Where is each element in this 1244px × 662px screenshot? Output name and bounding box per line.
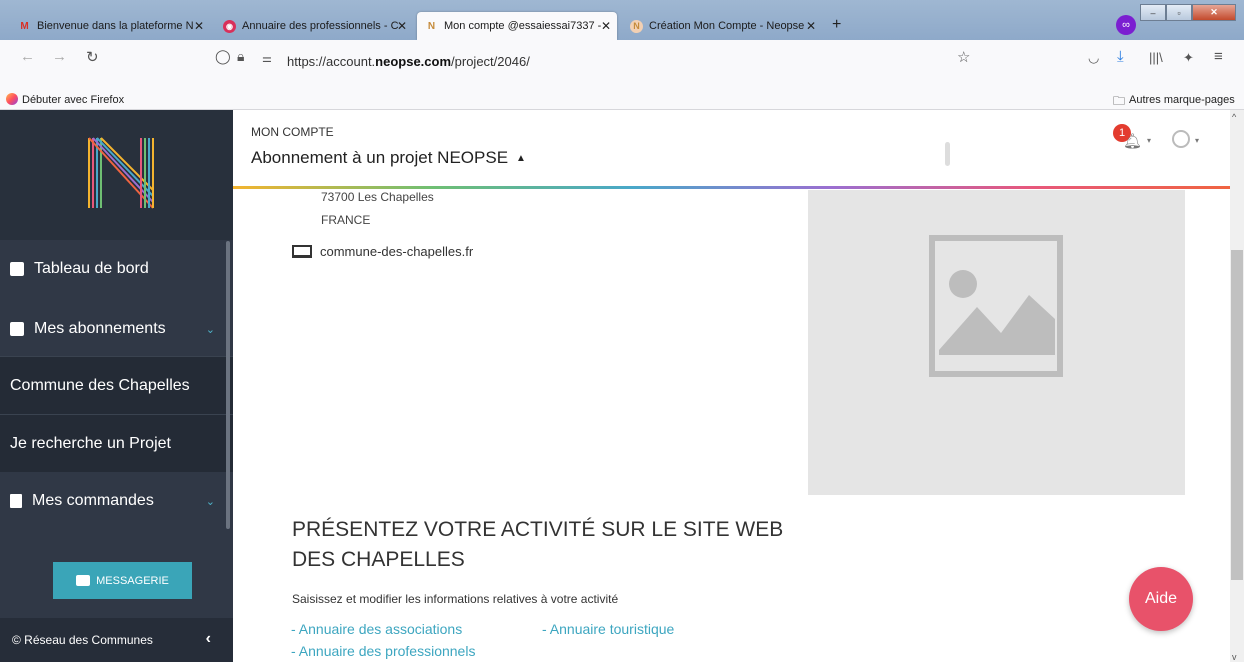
sidebar-item-label: Mes abonnements xyxy=(34,320,166,337)
tab-label: Bienvenue dans la plateforme N xyxy=(37,20,194,32)
sidebar-item-label: Commune des Chapelles xyxy=(10,376,190,394)
help-button[interactable]: Aide xyxy=(1129,567,1193,631)
image-placeholder-icon xyxy=(929,235,1063,377)
caret-down-icon: ▾ xyxy=(1195,136,1200,145)
scroll-up-icon[interactable]: ^ xyxy=(1232,112,1236,122)
sidebar-item-subscriptions[interactable]: Mes abonnements ⌄ xyxy=(0,300,233,358)
chevron-down-icon: ⌄ xyxy=(205,323,215,336)
forward-icon[interactable]: → xyxy=(52,48,67,65)
reload-icon[interactable]: ↻ xyxy=(86,48,99,66)
sidebar-footer: © Réseau des Communes ‹ xyxy=(0,618,233,662)
library-icon[interactable]: |||\ xyxy=(1149,50,1163,65)
browser-nav-bar: ← → ↻ ◯ 🔒︎ ⚌ https://account.neopse.com/… xyxy=(0,40,1244,90)
window-controls: – ▫ ✕ xyxy=(1140,4,1236,21)
browser-tab-4[interactable]: N Création Mon Compte - Neopse ✕ xyxy=(622,12,822,40)
new-tab-icon[interactable]: + xyxy=(832,16,841,34)
dashboard-icon xyxy=(10,262,24,276)
neopse-icon: N xyxy=(630,19,643,33)
firefox-icon xyxy=(6,93,18,105)
logo[interactable] xyxy=(0,110,233,240)
close-tab-icon[interactable]: ✕ xyxy=(397,19,407,33)
caret-up-icon: ▲ xyxy=(516,152,526,164)
close-window-icon[interactable]: ✕ xyxy=(1192,4,1236,21)
url-suffix: /project/2046/ xyxy=(451,54,530,69)
orders-icon xyxy=(10,494,22,508)
chevron-down-icon: ⌄ xyxy=(205,495,215,508)
browser-tab-2[interactable]: ◉ Annuaire des professionnels - C ✕ xyxy=(215,12,413,40)
permissions-icon[interactable]: ⚌ xyxy=(262,52,272,65)
tab-label: Annuaire des professionnels - C xyxy=(242,20,399,32)
page-title: Abonnement à un projet NEOPSE xyxy=(251,148,509,167)
sidebar-item-search-project[interactable]: Je recherche un Projet xyxy=(0,414,233,472)
bookmark-other[interactable]: Autres marque-pages xyxy=(1129,94,1235,106)
browser-tab-bar: M Bienvenue dans la plateforme N ✕ ◉ Ann… xyxy=(0,0,1244,40)
collapse-sidebar-icon[interactable]: ‹ xyxy=(206,630,211,648)
copyright-text: © Réseau des Communes xyxy=(12,633,153,647)
tab-label: Création Mon Compte - Neopse xyxy=(649,20,805,32)
caret-down-icon: ▾ xyxy=(1147,136,1152,145)
section-label: MON COMPTE xyxy=(251,125,334,139)
user-avatar-icon[interactable] xyxy=(1172,130,1190,148)
bell-icon[interactable]: 🔔︎ xyxy=(1123,132,1142,150)
extensions-icon[interactable]: ✦ xyxy=(1183,50,1194,66)
back-icon[interactable]: ← xyxy=(20,48,35,65)
header-accent-line xyxy=(233,186,1230,189)
menu-icon[interactable]: ≡ xyxy=(1214,48,1223,65)
link-professionals[interactable]: - Annuaire des professionnels xyxy=(291,643,475,659)
lock-icon[interactable]: 🔒︎ xyxy=(237,48,244,65)
bookmarks-bar: Débuter avec Firefox 🗀 Autres marque-pag… xyxy=(0,90,1244,110)
page-title-dropdown[interactable]: Abonnement à un projet NEOPSE ▲ xyxy=(251,148,526,168)
section-description: Saisissez et modifier les informations r… xyxy=(292,592,619,606)
heading-line: PRÉSENTEZ VOTRE ACTIVITÉ SUR LE SITE WEB xyxy=(292,518,784,541)
laptop-icon xyxy=(292,245,312,258)
sidebar-item-label: Je recherche un Projet xyxy=(10,434,171,452)
browser-tab-3[interactable]: N Mon compte @essaiessai7337 - ✕ xyxy=(417,12,617,40)
sidebar-item-label: Tableau de bord xyxy=(34,260,149,277)
close-tab-icon[interactable]: ✕ xyxy=(601,19,611,33)
sidebar-item-dashboard[interactable]: Tableau de bord xyxy=(0,240,233,298)
sidebar-scrollbar[interactable] xyxy=(226,241,230,529)
page-header: MON COMPTE Abonnement à un projet NEOPSE… xyxy=(233,110,1230,188)
neopse-icon: N xyxy=(427,20,436,32)
maximize-icon[interactable]: ▫ xyxy=(1166,4,1192,21)
url-prefix: https://account. xyxy=(287,54,376,69)
sidebar-item-label: Mes commandes xyxy=(32,492,154,509)
scroll-down-icon[interactable]: v xyxy=(1232,652,1237,662)
url-field[interactable]: https://account.neopse.com/project/2046/ xyxy=(287,54,530,69)
close-tab-icon[interactable]: ✕ xyxy=(194,19,204,33)
messaging-button[interactable]: MESSAGERIE xyxy=(53,562,192,599)
bookmark-star-icon[interactable]: ☆ xyxy=(957,48,970,66)
app-icon: ◉ xyxy=(223,19,236,33)
address-country: FRANCE xyxy=(321,213,371,227)
address-line: 73700 Les Chapelles xyxy=(321,190,434,204)
link-associations[interactable]: - Annuaire des associations xyxy=(291,621,462,637)
pocket-icon[interactable]: ◡ xyxy=(1088,50,1099,66)
gmail-icon: M xyxy=(20,20,29,32)
link-tourism[interactable]: - Annuaire touristique xyxy=(542,621,674,637)
tab-label: Mon compte @essaiessai7337 - xyxy=(444,20,602,32)
heading-line: DES CHAPELLES xyxy=(292,548,465,571)
section-heading: PRÉSENTEZ VOTRE ACTIVITÉ SUR LE SITE WEB… xyxy=(292,515,783,575)
image-placeholder xyxy=(808,190,1185,495)
private-browsing-icon: ∞ xyxy=(1116,15,1136,35)
website-row: commune-des-chapelles.fr xyxy=(292,244,473,259)
messaging-button-label: MESSAGERIE xyxy=(96,574,169,587)
shield-icon[interactable]: ◯ xyxy=(215,48,231,65)
minimize-icon[interactable]: – xyxy=(1140,4,1166,21)
download-icon[interactable]: ⤓ xyxy=(1117,48,1124,65)
sidebar: Tableau de bord Mes abonnements ⌄ Commun… xyxy=(0,110,233,662)
page-scrollbar-thumb[interactable] xyxy=(1231,250,1243,580)
sidebar-item-orders[interactable]: Mes commandes ⌄ xyxy=(0,472,233,530)
website-link[interactable]: commune-des-chapelles.fr xyxy=(320,244,473,259)
header-divider xyxy=(945,142,950,166)
subscriptions-icon xyxy=(10,322,24,336)
browser-tab-1[interactable]: M Bienvenue dans la plateforme N ✕ xyxy=(10,12,210,40)
url-domain: neopse.com xyxy=(375,54,452,69)
sidebar-item-commune[interactable]: Commune des Chapelles xyxy=(0,356,233,414)
close-tab-icon[interactable]: ✕ xyxy=(806,19,816,33)
message-icon xyxy=(76,575,91,586)
bookmark-getting-started[interactable]: Débuter avec Firefox xyxy=(22,94,124,106)
